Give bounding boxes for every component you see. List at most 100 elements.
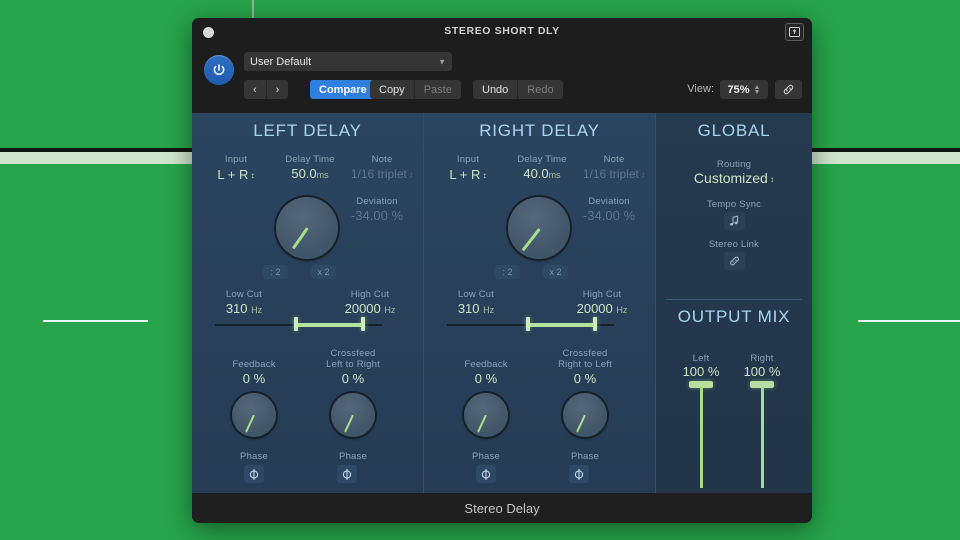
left-feedback-phase-button[interactable]	[244, 465, 264, 483]
stereo-link-label: Stereo Link	[708, 239, 760, 250]
right-delay-panel: RIGHT DELAY Input L + R ↕ Delay Time 40.…	[423, 113, 655, 493]
copy-paste-group: Copy Paste	[370, 80, 461, 99]
right-deviation-value[interactable]: -34.00 %	[564, 208, 654, 223]
right-crossfeed-value[interactable]: 0 %	[538, 371, 632, 386]
left-lowcut-value[interactable]: 310 Hz	[197, 301, 291, 316]
next-preset-button[interactable]: ›	[265, 80, 289, 99]
right-delay-time-knob[interactable]	[508, 197, 570, 259]
link-icon[interactable]	[775, 80, 802, 99]
left-input-text: L + R	[217, 167, 249, 182]
right-crossfeed-phase-button[interactable]	[569, 465, 589, 483]
global-title: GLOBAL	[697, 121, 771, 140]
view-label: View:	[687, 83, 714, 95]
right-highcut-label: High Cut	[582, 289, 622, 300]
view-zoom-stepper[interactable]: 75% ▲ ▼	[720, 80, 768, 99]
compare-button[interactable]: Compare	[310, 80, 376, 99]
right-feedback-value[interactable]: 0 %	[446, 371, 526, 386]
output-right-value[interactable]: 100 %	[723, 364, 801, 379]
left-delay-time-number: 50.0	[291, 166, 317, 181]
right-delay-time-unit: ms	[548, 170, 561, 180]
left-lowcut-unit: Hz	[251, 305, 263, 315]
right-delay-time-number: 40.0	[523, 166, 549, 181]
right-note-label: Note	[603, 154, 625, 165]
left-highcut-unit: Hz	[384, 305, 396, 315]
plugin-toolbar: User Default ▼ ‹ › Compare Copy Paste Un…	[192, 45, 812, 113]
right-note-value[interactable]: 1/16 triplet ↕	[572, 167, 656, 181]
right-input-label: Input	[456, 154, 480, 165]
preset-select[interactable]: User Default ▼	[244, 52, 452, 71]
right-multiply-button[interactable]: x 2	[543, 265, 568, 279]
redo-button[interactable]: Redo	[517, 80, 563, 99]
right-lowcut-unit: Hz	[483, 305, 495, 315]
left-cut-slider-fill	[296, 323, 365, 327]
right-crossfeed-label-2: Right to Left	[558, 359, 612, 370]
tempo-sync-label: Tempo Sync	[706, 199, 762, 210]
left-deviation-label: Deviation	[356, 196, 398, 207]
left-feedback-knob[interactable]	[232, 393, 276, 437]
window-titlebar: STEREO SHORT DLY	[192, 18, 812, 45]
right-feedback-knob[interactable]	[464, 393, 508, 437]
left-highcut-number: 20000	[344, 301, 381, 316]
right-lowcut-handle[interactable]	[526, 317, 530, 331]
right-input-value[interactable]: L + R ↕	[428, 167, 508, 182]
left-delay-time-knob[interactable]	[276, 197, 338, 259]
output-left-fader-stem	[699, 386, 703, 488]
right-feedback-label: Feedback	[464, 359, 508, 370]
left-delay-title: LEFT DELAY	[253, 121, 362, 140]
chevron-down-icon: ▼	[438, 57, 446, 66]
left-feedback-value[interactable]: 0 %	[214, 371, 294, 386]
right-input-text: L + R	[449, 167, 481, 182]
output-right-label: Right	[750, 353, 774, 364]
right-feedback-phase-button[interactable]	[476, 465, 496, 483]
stepper-icon: ↕	[767, 174, 775, 184]
left-feedback-phase-label: Phase	[240, 451, 268, 462]
left-delay-time-unit: ms	[316, 170, 329, 180]
global-panel: GLOBAL Routing Customized ↕ Tempo Sync S…	[655, 113, 812, 493]
link-icon[interactable]	[724, 252, 745, 270]
background-right-line	[858, 320, 960, 322]
right-crossfeed-knob[interactable]	[563, 393, 607, 437]
right-delay-time-value[interactable]: 40.0ms	[502, 166, 582, 181]
output-right-fader-stem	[760, 386, 764, 488]
power-icon[interactable]	[204, 55, 234, 85]
copy-button[interactable]: Copy	[370, 80, 414, 99]
prev-preset-button[interactable]: ‹	[244, 80, 266, 99]
routing-text: Customized	[693, 170, 768, 186]
music-note-icon[interactable]	[724, 212, 745, 230]
left-lowcut-handle[interactable]	[294, 317, 298, 331]
right-lowcut-value[interactable]: 310 Hz	[429, 301, 523, 316]
routing-value[interactable]: Customized ↕	[656, 170, 812, 186]
left-divide-button[interactable]: : 2	[263, 265, 288, 279]
plugin-footer: Stereo Delay	[192, 493, 812, 523]
left-crossfeed-label-2: Left to Right	[326, 359, 380, 370]
right-highcut-value[interactable]: 20000 Hz	[555, 301, 649, 316]
right-highcut-unit: Hz	[616, 305, 628, 315]
left-input-value[interactable]: L + R ↕	[196, 167, 276, 182]
expand-window-icon[interactable]	[785, 23, 804, 41]
paste-button[interactable]: Paste	[413, 80, 461, 99]
routing-label: Routing	[716, 159, 752, 170]
global-output-divider	[666, 299, 802, 300]
right-divide-button[interactable]: : 2	[495, 265, 520, 279]
left-feedback-label: Feedback	[232, 359, 276, 370]
left-note-label: Note	[371, 154, 393, 165]
undo-button[interactable]: Undo	[473, 80, 518, 99]
left-input-label: Input	[224, 154, 248, 165]
stepper-icon: ↕	[248, 171, 255, 181]
stepper-icon: ↕	[480, 171, 487, 181]
plugin-body: LEFT DELAY Input L + R ↕ Delay Time 50.0…	[192, 113, 812, 493]
right-highcut-handle[interactable]	[593, 317, 597, 331]
left-note-value[interactable]: 1/16 triplet ↕	[340, 167, 424, 181]
window-title: STEREO SHORT DLY	[444, 25, 560, 37]
left-crossfeed-knob[interactable]	[331, 393, 375, 437]
right-crossfeed-phase-label: Phase	[571, 451, 599, 462]
left-crossfeed-value[interactable]: 0 %	[306, 371, 400, 386]
stepper-icon: ↕	[406, 170, 414, 180]
left-deviation-value[interactable]: -34.00 %	[332, 208, 422, 223]
left-delay-time-value[interactable]: 50.0ms	[270, 166, 350, 181]
left-highcut-value[interactable]: 20000 Hz	[323, 301, 417, 316]
left-lowcut-label: Low Cut	[225, 289, 263, 300]
left-multiply-button[interactable]: x 2	[311, 265, 336, 279]
left-crossfeed-phase-button[interactable]	[337, 465, 357, 483]
left-highcut-handle[interactable]	[361, 317, 365, 331]
